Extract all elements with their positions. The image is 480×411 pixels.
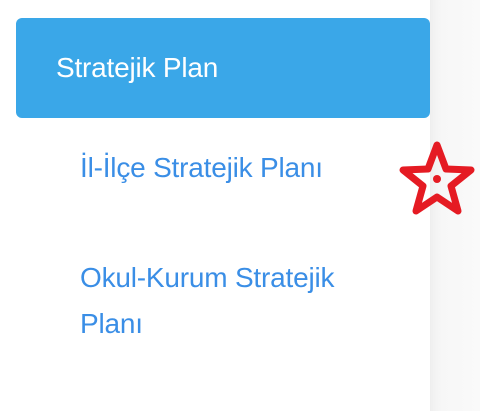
sidebar-subitem-okul-kurum-stratejik-plani[interactable]: Okul-Kurum Stratejik Planı (80, 255, 380, 347)
sidebar-subitem-il-ilce-stratejik-plani[interactable]: İl-İlçe Stratejik Planı (80, 145, 410, 191)
sidebar-item-stratejik-plan[interactable]: Stratejik Plan (16, 18, 430, 118)
star-icon (399, 141, 475, 215)
sidebar: Stratejik Plan İl-İlçe Stratejik Planı O… (0, 0, 430, 411)
